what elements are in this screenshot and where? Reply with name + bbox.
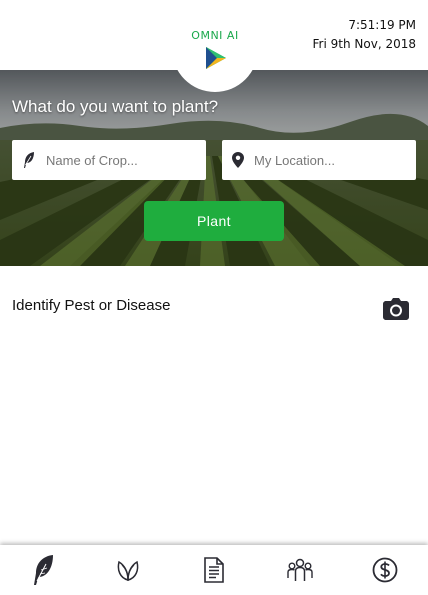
plant-button[interactable]: Plant	[144, 201, 284, 241]
nav-item-community[interactable]	[280, 550, 320, 590]
location-field[interactable]	[222, 140, 416, 180]
location-pin-icon	[232, 152, 244, 168]
people-icon	[286, 558, 313, 581]
plant-hero: What do you want to plant? Plant	[0, 70, 428, 266]
document-icon	[204, 557, 224, 583]
nav-item-reports[interactable]	[194, 550, 234, 590]
nav-item-crops[interactable]	[108, 550, 148, 590]
feather-icon	[33, 555, 53, 585]
datetime-display: 7:51:19 PM Fri 9th Nov, 2018	[313, 16, 416, 54]
bottom-navigation	[0, 545, 428, 595]
plant-question: What do you want to plant?	[12, 97, 219, 116]
logo-text: OMNI AI	[191, 29, 239, 42]
identify-pest-label: Identify Pest or Disease	[12, 297, 171, 314]
play-logo-icon	[206, 47, 226, 69]
crop-name-field[interactable]	[12, 140, 206, 180]
nav-item-plant[interactable]	[23, 550, 63, 590]
dollar-icon	[372, 557, 398, 583]
nav-item-market[interactable]	[365, 550, 405, 590]
clock-date: Fri 9th Nov, 2018	[312, 37, 416, 51]
leaf-icon	[118, 560, 139, 581]
location-input[interactable]	[254, 152, 394, 168]
clock-time: 7:51:19 PM	[348, 18, 416, 32]
feather-icon	[24, 152, 34, 168]
crop-name-input[interactable]	[46, 152, 186, 168]
camera-icon	[383, 298, 409, 320]
camera-button[interactable]	[383, 298, 409, 324]
